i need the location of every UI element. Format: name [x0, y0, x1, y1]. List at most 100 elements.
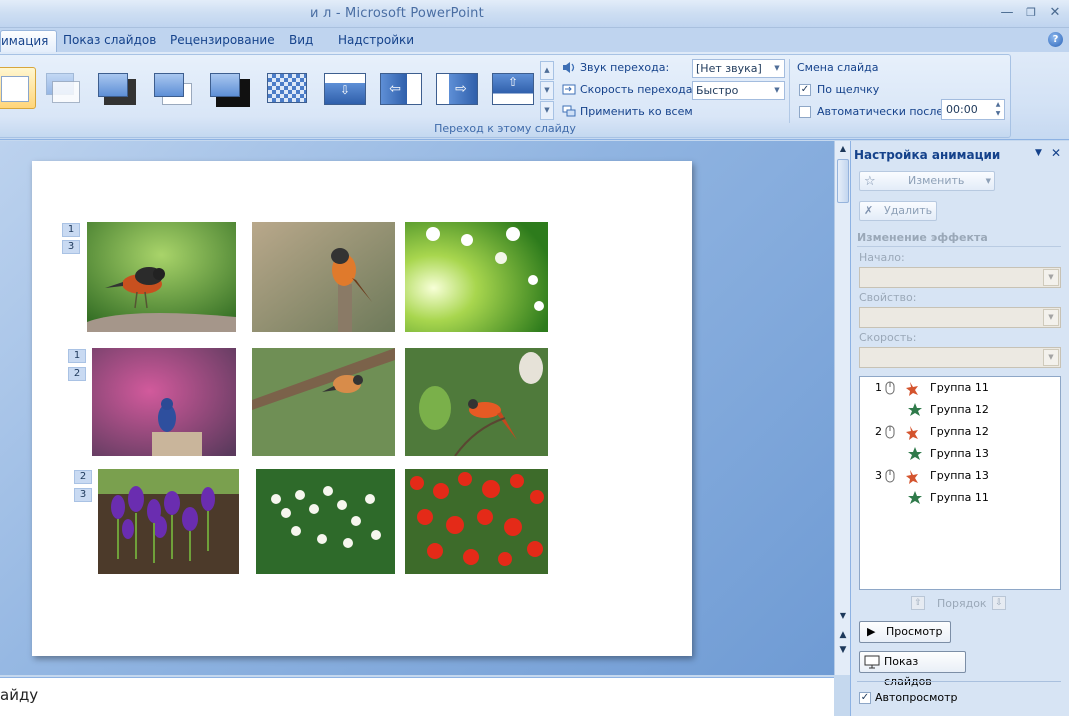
transition-wipe-up[interactable]: ⇧ [488, 67, 536, 109]
spinner-icon[interactable]: ▲ ▼ [992, 100, 1004, 119]
animation-list-item[interactable]: 1 Группа 11 [860, 377, 1060, 399]
tab-animation[interactable]: имация [0, 30, 58, 52]
slide-workspace: 1 3 1 2 2 3 [0, 141, 834, 675]
transition-cut-through-black[interactable] [206, 67, 254, 109]
delete-effect-button[interactable]: ✗ Удалить [859, 201, 937, 221]
transition-fade-through-black[interactable] [94, 67, 142, 109]
chevron-down-icon: ▼ [1043, 349, 1059, 366]
delete-icon: ✗ [864, 204, 874, 217]
animation-list-item[interactable]: Группа 12 [860, 399, 1060, 421]
transitions-group: ⇩ ⇦ ⇨ ⇧ ▲ ▼ ▼ Звук перехода: [Нет звука]… [0, 54, 1011, 138]
restore-icon[interactable]: ❐ [1021, 4, 1041, 22]
slide-canvas[interactable]: 1 3 1 2 2 3 [32, 161, 692, 656]
advance-slide-title: Смена слайда [797, 61, 879, 74]
photo-redstart-on-twig[interactable] [405, 348, 548, 456]
apply-all-icon [562, 105, 576, 118]
animation-list-item[interactable]: Группа 11 [860, 487, 1060, 509]
entrance-star-icon [908, 491, 922, 504]
property-select[interactable]: ▼ [859, 307, 1061, 328]
photo-bluebird-on-post[interactable] [92, 348, 236, 456]
photo-redstart-on-stump[interactable] [252, 222, 395, 332]
animation-list-item[interactable]: 2 Группа 12 [860, 421, 1060, 443]
chevron-down-icon: ▼ [985, 177, 991, 185]
property-label: Свойство: [859, 291, 917, 304]
change-effect-button[interactable]: ☆ Изменить ▼ [859, 171, 995, 191]
mouse-icon [885, 381, 895, 395]
tab-view[interactable]: Вид [289, 30, 313, 52]
animation-order-tag[interactable]: 3 [62, 240, 80, 254]
transition-no-transition[interactable] [0, 67, 36, 109]
play-icon: ▶ [867, 625, 876, 638]
tab-addins[interactable]: Надстройки [338, 30, 414, 52]
tab-review[interactable]: Рецензирование [170, 30, 275, 52]
photo-white-blossoms[interactable] [405, 222, 548, 332]
close-icon[interactable]: ✕ [1045, 4, 1065, 22]
next-slide-icon[interactable]: ▼ [836, 643, 850, 657]
move-down-icon[interactable]: ⇩ [992, 596, 1006, 610]
transition-cut[interactable] [150, 67, 198, 109]
previous-slide-icon[interactable]: ▲ [836, 628, 850, 642]
slide-show-button[interactable]: Показ слайдов [859, 651, 966, 688]
close-icon[interactable]: ✕ [1051, 146, 1061, 160]
transition-sound-label: Звук перехода: [562, 59, 669, 77]
gallery-more-icon[interactable]: ▼ [540, 101, 554, 120]
transition-dissolve[interactable] [263, 67, 311, 109]
auto-advance-time-input[interactable]: 00:00 ▲ ▼ [941, 99, 1005, 120]
emphasis-star-icon [906, 470, 918, 484]
modify-effect-section-title: Изменение эффекта [857, 231, 1061, 247]
speaker-icon [562, 61, 576, 74]
tab-slide-show[interactable]: Показ слайдов [63, 30, 156, 52]
gallery-scroll-up-icon[interactable]: ▲ [540, 61, 554, 80]
transition-fade-smoothly[interactable] [40, 67, 88, 109]
auto-advance-checkbox[interactable] [799, 106, 811, 118]
mouse-icon [885, 425, 895, 439]
gallery-scroll-down-icon[interactable]: ▼ [540, 81, 554, 100]
start-select[interactable]: ▼ [859, 267, 1061, 288]
ribbon: ⇩ ⇦ ⇨ ⇧ ▲ ▼ ▼ Звук перехода: [Нет звука]… [0, 52, 1069, 140]
photo-purple-crocuses[interactable] [98, 469, 239, 574]
photo-red-poppies[interactable] [405, 469, 548, 574]
preview-button[interactable]: ▶ Просмотр [859, 621, 951, 643]
on-click-checkbox[interactable]: ✓ [799, 84, 811, 96]
animation-list-item[interactable]: Группа 13 [860, 443, 1060, 465]
transition-speed-select[interactable]: Быстро ▼ [692, 81, 785, 100]
speed-icon [562, 83, 576, 96]
chevron-down-icon: ▼ [774, 86, 780, 94]
help-icon[interactable]: ? [1048, 32, 1063, 47]
animation-list[interactable]: 1 Группа 11 Группа 12 2 Группа 12 Группа… [859, 376, 1061, 590]
animation-list-item[interactable]: 3 Группа 13 [860, 465, 1060, 487]
window-title: и л - Microsoft PowerPoint [310, 6, 484, 21]
entrance-star-icon [908, 447, 922, 460]
group-separator [789, 59, 790, 123]
ribbon-tab-bar: имация Показ слайдов Рецензирование Вид … [0, 28, 1069, 52]
auto-advance-label: Автоматически после: [817, 105, 947, 118]
animation-order-tag[interactable]: 2 [68, 367, 86, 381]
divider [857, 681, 1061, 682]
slide-scrollbar[interactable]: ▲ ▼ ▲ ▼ [834, 141, 850, 675]
animation-order-tag[interactable]: 2 [74, 470, 92, 484]
transition-wipe-down[interactable]: ⇩ [320, 67, 368, 109]
speed-select[interactable]: ▼ [859, 347, 1061, 368]
apply-to-all-button[interactable]: Применить ко всем [562, 103, 693, 121]
notes-pane[interactable]: айду [0, 677, 834, 716]
pane-menu-icon[interactable]: ▼ [1035, 148, 1042, 158]
animation-order-tag[interactable]: 1 [62, 223, 80, 237]
scroll-up-icon[interactable]: ▲ [836, 142, 850, 156]
notes-text: айду [0, 686, 39, 704]
transition-wipe-left[interactable]: ⇦ [376, 67, 424, 109]
transition-sound-select[interactable]: [Нет звука] ▼ [692, 59, 785, 78]
scroll-down-icon[interactable]: ▼ [836, 609, 850, 623]
photo-lily-of-the-valley[interactable] [256, 469, 395, 574]
autopreview-checkbox[interactable]: ✓ [859, 692, 871, 704]
gallery-scrollbar[interactable]: ▲ ▼ ▼ [540, 61, 554, 121]
photo-redstart-on-stone[interactable] [87, 222, 236, 332]
scrollbar-thumb[interactable] [837, 159, 849, 203]
star-icon: ☆ [864, 174, 876, 189]
transition-wipe-right[interactable]: ⇨ [432, 67, 480, 109]
animation-order-tag[interactable]: 3 [74, 488, 92, 502]
on-click-label: По щелчку [817, 83, 880, 96]
minimize-icon[interactable]: — [997, 4, 1017, 22]
move-up-icon[interactable]: ⇧ [911, 596, 925, 610]
photo-bird-on-branch[interactable] [252, 348, 395, 456]
animation-order-tag[interactable]: 1 [68, 349, 86, 363]
